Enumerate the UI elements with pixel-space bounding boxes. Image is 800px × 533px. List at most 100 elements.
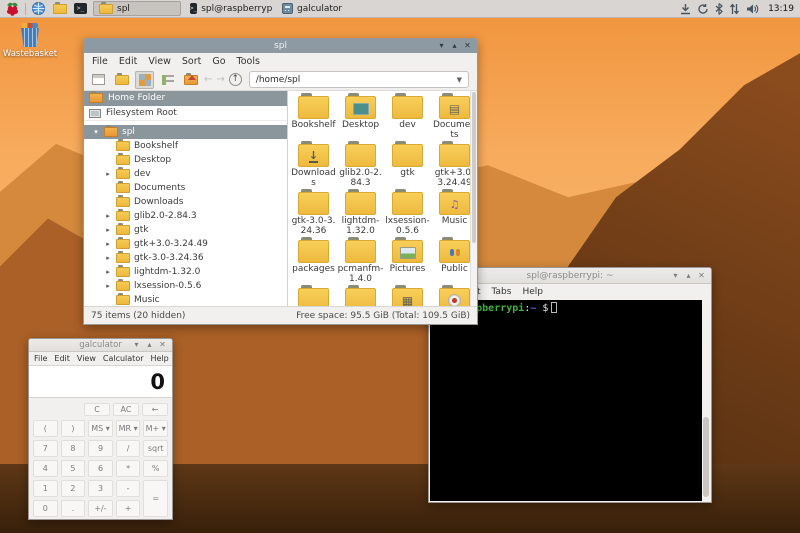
file-item[interactable]: Bookshelf [290,93,337,141]
menu-help[interactable]: Help [522,287,543,297]
updates-icon[interactable] [697,3,709,15]
equals-button[interactable]: = [143,480,168,517]
file-item[interactable]: pcmanfm-1.4.0 [337,237,384,285]
tree-item[interactable]: ▸gtk [84,223,287,237]
terminal-output[interactable]: spl@raspberrypi:~ $ [430,300,710,501]
close-icon[interactable]: ✕ [156,338,169,352]
new-tab-button[interactable] [89,71,108,89]
menu-file[interactable]: File [92,56,108,67]
file-item[interactable]: packages [290,237,337,285]
open-paren-button[interactable]: ( [33,420,58,437]
menu-file[interactable]: File [34,354,47,363]
menu-tools[interactable]: Tools [237,56,260,67]
file-pane-scrollbar[interactable] [470,91,477,306]
maximize-icon[interactable]: ▴ [448,39,461,53]
file-item[interactable]: Desktop [337,93,384,141]
sqrt-button[interactable]: sqrt [143,440,168,457]
percent-button[interactable]: % [143,460,168,477]
file-manager-titlebar[interactable]: spl ▾ ▴ ✕ [84,39,477,53]
chevron-down-icon[interactable]: ▼ [457,76,462,84]
close-icon[interactable]: ✕ [461,39,474,53]
expander-icon[interactable]: ▸ [104,170,112,178]
menu-view[interactable]: View [148,56,171,67]
menu-edit[interactable]: Edit [54,354,70,363]
memory-store-button[interactable]: MS ▾ [88,420,113,437]
tree-item[interactable]: Music [84,293,287,306]
all-clear-button[interactable]: AC [113,403,139,416]
digit-8-button[interactable]: 8 [61,440,86,457]
backspace-button[interactable]: ← [142,403,168,416]
file-item[interactable]: gtk [384,141,431,189]
menu-help[interactable]: Help [151,354,169,363]
multiply-button[interactable]: * [116,460,141,477]
menu-edit[interactable]: Edit [119,56,137,67]
forward-icon[interactable]: → [216,74,224,85]
expander-icon[interactable]: ▸ [104,282,112,290]
tree-item-spl[interactable]: ▾ spl [84,125,287,139]
up-icon[interactable]: ↑ [229,73,242,86]
download-icon[interactable] [680,3,691,15]
menu-sort[interactable]: Sort [182,56,201,67]
expander-icon[interactable]: ▸ [104,254,112,262]
memory-add-button[interactable]: M+ ▾ [143,420,168,437]
digit-1-button[interactable]: 1 [33,480,58,497]
file-item[interactable]: Pictures [384,237,431,285]
maximize-icon[interactable]: ▴ [143,338,156,352]
digit-5-button[interactable]: 5 [61,460,86,477]
memory-recall-button[interactable]: MR ▾ [116,420,141,437]
tree-item[interactable]: ▸gtk+3.0-3.24.49 [84,237,287,251]
tree-item[interactable]: Documents [84,181,287,195]
close-paren-button[interactable]: ) [61,420,86,437]
taskbar-task-terminal[interactable]: spl@raspberrypi: ~ [185,1,273,16]
menu-calculator[interactable]: Calculator [103,354,144,363]
terminal-scrollbar[interactable] [702,300,710,501]
file-item[interactable] [337,285,384,306]
clear-button[interactable]: C [84,403,110,416]
tree-item[interactable]: Downloads [84,195,287,209]
taskbar-task-galculator[interactable]: galculator [277,1,365,16]
file-item[interactable]: glib2.0-2.84.3 [337,141,384,189]
file-item[interactable] [290,285,337,306]
digit-7-button[interactable]: 7 [33,440,58,457]
place-filesystem-root[interactable]: Filesystem Root [84,106,287,121]
back-icon[interactable]: ← [204,74,212,85]
list-view-button[interactable] [158,71,177,89]
expander-icon[interactable]: ▸ [104,212,112,220]
close-icon[interactable]: ✕ [695,269,708,283]
tree-item[interactable]: ▸lxsession-0.5.6 [84,279,287,293]
digit-3-button[interactable]: 3 [88,480,113,497]
tree-item[interactable]: Bookshelf [84,139,287,153]
menu-go[interactable]: Go [212,56,225,67]
tree-item[interactable]: ▸lightdm-1.32.0 [84,265,287,279]
expander-icon[interactable]: ▸ [104,240,112,248]
digit-9-button[interactable]: 9 [88,440,113,457]
file-manager-launcher[interactable] [51,1,68,16]
expander-icon[interactable]: ▸ [104,226,112,234]
tree-item[interactable]: Desktop [84,153,287,167]
taskbar-task-spl[interactable]: spl [93,1,181,16]
file-item[interactable] [384,285,431,306]
file-item[interactable]: lightdm-1.32.0 [337,189,384,237]
file-item[interactable]: dev [384,93,431,141]
path-input[interactable]: /home/spl ▼ [249,71,469,88]
minimize-icon[interactable]: ▾ [130,338,143,352]
divide-button[interactable]: / [116,440,141,457]
icon-view-button[interactable] [135,71,154,89]
minimize-icon[interactable]: ▾ [669,269,682,283]
calculator-titlebar[interactable]: galculator ▾ ▴ ✕ [29,339,172,352]
raspberry-menu-button[interactable] [4,1,21,16]
tree-item[interactable]: ▸dev [84,167,287,181]
menu-tabs[interactable]: Tabs [492,287,512,297]
digit-2-button[interactable]: 2 [61,480,86,497]
bluetooth-icon[interactable] [715,3,723,15]
place-home-folder[interactable]: Home Folder [84,91,287,106]
tree-item[interactable]: ▸gtk-3.0-3.24.36 [84,251,287,265]
tree-item[interactable]: ▸glib2.0-2.84.3 [84,209,287,223]
home-button[interactable] [181,71,200,89]
maximize-icon[interactable]: ▴ [682,269,695,283]
new-folder-button[interactable] [112,71,131,89]
minimize-icon[interactable]: ▾ [435,39,448,53]
file-icon-pane[interactable]: Bookshelf Desktop dev Documents Download… [288,91,477,306]
web-browser-launcher[interactable] [30,1,47,16]
menu-view[interactable]: View [77,354,96,363]
